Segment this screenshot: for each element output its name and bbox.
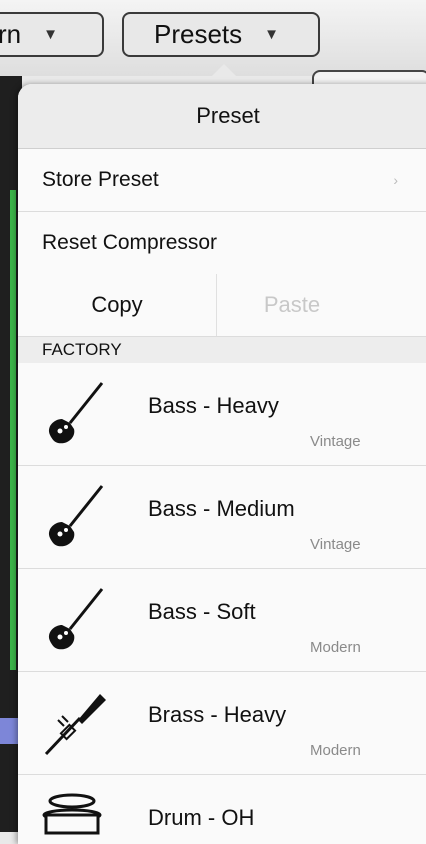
preset-tag: Vintage — [310, 536, 361, 553]
section-header-factory: FACTORY — [18, 337, 426, 363]
preset-popover: Preset Store Preset › Reset Compressor C… — [18, 84, 426, 844]
chevron-down-icon: ▼ — [43, 26, 58, 43]
store-preset-item[interactable]: Store Preset › — [18, 149, 426, 212]
preset-name: Drum - OH — [148, 805, 255, 830]
bass-guitar-icon — [48, 588, 104, 650]
drum-icon — [42, 793, 102, 835]
preset-item[interactable]: Drum - OH — [18, 775, 426, 844]
reset-compressor-item[interactable]: Reset Compressor — [18, 212, 426, 274]
preset-tag: Modern — [310, 639, 361, 656]
popover-title: Preset — [196, 103, 260, 128]
preset-name: Bass - Soft — [148, 599, 256, 624]
reset-compressor-label: Reset Compressor — [42, 231, 218, 254]
copy-button[interactable]: Copy — [18, 274, 217, 336]
chevron-down-icon: ▼ — [264, 26, 280, 43]
popover-arrow — [202, 64, 246, 86]
preset-item[interactable]: Bass - Medium Vintage — [18, 466, 426, 569]
store-preset-label: Store Preset — [42, 168, 159, 191]
preset-item[interactable]: Bass - Heavy Vintage — [18, 363, 426, 466]
section-label: FACTORY — [42, 340, 122, 359]
paste-button[interactable]: Paste — [217, 274, 367, 336]
preset-item[interactable]: Brass - Heavy Modern — [18, 672, 426, 775]
popover-header: Preset — [18, 84, 426, 149]
chevron-right-icon: › — [393, 172, 398, 188]
preset-name: Brass - Heavy — [148, 702, 287, 727]
bass-guitar-icon — [48, 485, 104, 547]
meter-bar — [10, 190, 16, 670]
presets-dropdown-button[interactable]: Presets ▼ — [122, 12, 320, 57]
trumpet-icon — [44, 694, 106, 756]
copy-paste-row: Copy Paste — [18, 274, 426, 337]
pattern-dropdown-button[interactable]: rn ▼ — [0, 12, 104, 57]
preset-tag: Modern — [310, 742, 361, 759]
preset-name: Bass - Medium — [148, 496, 295, 521]
preset-item[interactable]: Bass - Soft Modern — [18, 569, 426, 672]
bass-guitar-icon — [48, 382, 104, 444]
preset-tag: Vintage — [310, 433, 361, 450]
preset-name: Bass - Heavy — [148, 393, 279, 418]
pattern-dropdown-label: rn — [0, 19, 22, 49]
presets-dropdown-label: Presets — [154, 19, 243, 49]
